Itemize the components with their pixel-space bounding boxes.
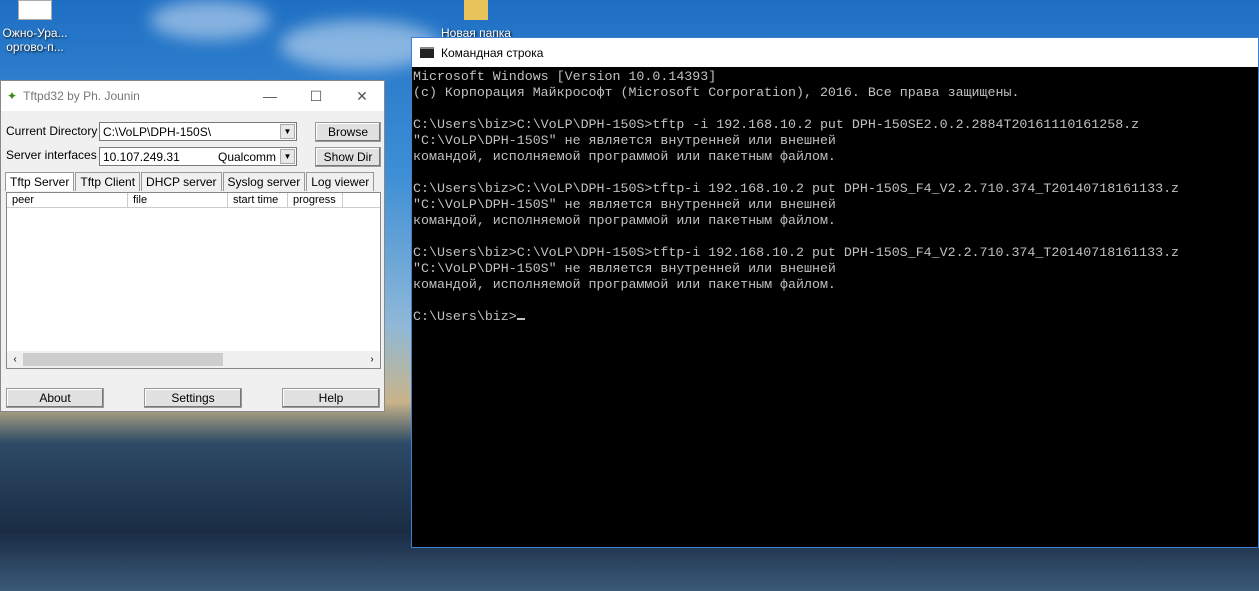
console-prompt[interactable]: C:\Users\biz> [413,309,1258,325]
tab-tftp-server[interactable]: Tftp Server [5,172,75,191]
desktop-icon-document[interactable]: Ожно-Ура... оргово-п... [0,0,70,54]
desktop-icon-label: Ожно-Ура... [2,26,68,40]
transfers-list[interactable]: peer file start time progress ‹ › [6,192,381,369]
scrollbar-thumb[interactable] [23,353,223,366]
desktop-icon-label: оргово-п... [6,40,64,54]
console-output[interactable]: Microsoft Windows [Version 10.0.14393] (c… [412,67,1258,325]
title-bar[interactable]: Командная строка [412,38,1258,67]
desktop-icon-folder[interactable]: Новая папка [436,0,516,40]
tab-tftp-client[interactable]: Tftp Client [75,172,141,191]
chevron-down-icon[interactable]: ▼ [280,124,295,139]
console-line: "C:\VoLP\DPH-150S" не является внутренне… [413,133,836,148]
folder-icon [464,0,488,20]
list-header: peer file start time progress [7,193,380,208]
current-directory-value: C:\VoLP\DPH-150S\ [103,124,212,139]
column-file[interactable]: file [128,193,228,207]
cmd-icon [420,47,434,58]
command-prompt-window: Командная строка Microsoft Windows [Vers… [411,37,1259,548]
settings-button[interactable]: Settings [144,388,242,408]
console-line: командой, исполняемой программой или пак… [413,213,836,228]
document-icon [18,0,52,20]
window-title: Tftpd32 by Ph. Jounin [23,89,140,103]
server-interfaces-combo[interactable]: 10.107.249.31 Qualcomm ▼ [99,147,297,166]
server-ip: 10.107.249.31 [103,149,180,164]
console-line: C:\Users\biz>C:\VoLP\DPH-150S>tftp -i 19… [413,117,1140,132]
current-directory-label: Current Directory [6,124,98,138]
server-interfaces-label: Server interfaces [6,148,97,162]
tab-log-viewer[interactable]: Log viewer [306,172,375,191]
current-directory-combo[interactable]: C:\VoLP\DPH-150S\ ▼ [99,122,297,141]
tab-bar: Tftp Server Tftp Client DHCP server Sysl… [5,172,375,191]
horizontal-scrollbar[interactable]: ‹ › [7,351,380,368]
browse-button[interactable]: Browse [315,122,381,142]
console-line: командой, исполняемой программой или пак… [413,149,836,164]
server-adapter: Qualcomm [217,149,276,164]
console-line: C:\Users\biz>C:\VoLP\DPH-150S>tftp-i 192… [413,181,1180,196]
console-line: "C:\VoLP\DPH-150S" не является внутренне… [413,261,836,276]
maximize-button[interactable]: ☐ [293,81,339,111]
close-button[interactable]: ✕ [339,81,385,111]
column-peer[interactable]: peer [7,193,128,207]
tftpd32-window: ✦ Tftpd32 by Ph. Jounin — ☐ ✕ Current Di… [0,80,385,412]
tab-dhcp-server[interactable]: DHCP server [141,172,222,191]
minimize-button[interactable]: — [247,81,293,111]
console-line: C:\Users\biz>C:\VoLP\DPH-150S>tftp-i 192… [413,245,1180,260]
help-button[interactable]: Help [282,388,380,408]
about-button[interactable]: About [6,388,104,408]
column-progress[interactable]: progress [288,193,343,207]
tab-syslog-server[interactable]: Syslog server [222,172,306,191]
scroll-right-icon[interactable]: › [364,354,380,365]
console-line: командой, исполняемой программой или пак… [413,277,836,292]
prompt-text: C:\Users\biz> [413,309,517,324]
console-line: "C:\VoLP\DPH-150S" не является внутренне… [413,197,836,212]
show-dir-button[interactable]: Show Dir [315,147,381,167]
chevron-down-icon[interactable]: ▼ [280,149,295,164]
cloud [150,0,270,40]
scroll-left-icon[interactable]: ‹ [7,354,23,365]
text-cursor [516,318,525,320]
console-line: Microsoft Windows [Version 10.0.14393] [413,69,717,84]
column-start-time[interactable]: start time [228,193,288,207]
console-line: (c) Корпорация Майкрософт (Microsoft Cor… [413,85,1020,100]
app-icon: ✦ [7,89,18,103]
window-title: Командная строка [441,45,544,60]
